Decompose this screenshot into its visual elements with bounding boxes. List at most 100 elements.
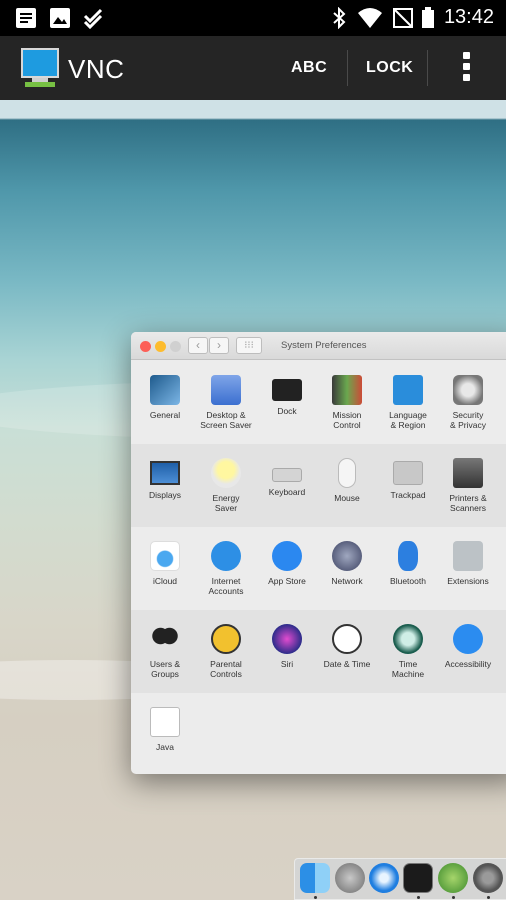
pane-label: Java [156, 742, 174, 752]
close-button[interactable] [140, 341, 151, 352]
window-titlebar[interactable]: ‹ › ⁝⁝⁝ System Preferences [131, 332, 506, 360]
pane-label: Language & Region [389, 410, 427, 430]
minimize-button[interactable] [155, 341, 166, 352]
desktop-icon [211, 375, 241, 405]
app-title: VNC [68, 54, 125, 84]
wifi-icon [358, 8, 382, 28]
back-button[interactable]: ‹ [188, 337, 208, 354]
overflow-menu-icon[interactable] [459, 52, 473, 84]
extensions-icon [453, 541, 483, 571]
pane-label: Desktop & Screen Saver [200, 410, 252, 430]
remote-desktop[interactable]: ‹ › ⁝⁝⁝ System Preferences General Deskto… [0, 100, 506, 900]
preference-pane[interactable]: Mouse [317, 458, 377, 503]
energy-icon [211, 458, 241, 488]
java-icon [150, 707, 180, 737]
app-store-icon [272, 541, 302, 571]
pane-label: Users & Groups [149, 659, 181, 679]
android-studio-icon[interactable] [438, 863, 468, 893]
preference-pane[interactable]: Accessibility [438, 624, 498, 669]
preference-pane[interactable]: Displays [135, 458, 195, 500]
pane-label: Mission Control [332, 410, 362, 430]
preference-pane[interactable]: Keyboard [257, 458, 317, 497]
notes-icon [16, 8, 36, 28]
users-icon [150, 624, 180, 654]
checkmark-icon [83, 8, 103, 29]
preference-pane[interactable]: Desktop & Screen Saver [196, 375, 256, 430]
bluetooth-icon [333, 7, 346, 29]
zoom-button[interactable] [170, 341, 181, 352]
window-title: System Preferences [281, 340, 367, 351]
preference-pane[interactable]: Siri [257, 624, 317, 669]
preference-pane[interactable]: Security & Privacy [438, 375, 498, 430]
preference-pane[interactable]: General [135, 375, 195, 420]
pane-label: Network [331, 576, 363, 586]
pane-label: Security & Privacy [450, 410, 486, 430]
lock-button[interactable]: LOCK [366, 59, 413, 77]
trackpad-icon [393, 461, 423, 485]
running-indicator [452, 896, 455, 899]
network-icon [332, 541, 362, 571]
system-preferences-icon[interactable] [473, 863, 503, 893]
keyboard-icon [272, 468, 302, 482]
forward-button[interactable]: › [209, 337, 229, 354]
pane-label: Trackpad [390, 490, 426, 500]
displays-icon [150, 461, 180, 485]
bluetooth-pref-icon [398, 541, 418, 571]
printer-icon [453, 458, 483, 488]
monitor-icon [21, 48, 59, 87]
preference-pane[interactable]: Java [135, 707, 195, 752]
mission-control-icon [332, 375, 362, 405]
preference-pane[interactable]: Bluetooth [378, 541, 438, 586]
pane-label: Accessibility [444, 659, 492, 669]
pane-label: Siri [280, 659, 294, 669]
security-icon [453, 375, 483, 405]
terminal-icon[interactable] [403, 863, 433, 893]
pane-row: Displays Energy Saver Keyboard Mouse Trackpa… [131, 444, 506, 527]
safari-icon[interactable] [369, 863, 399, 893]
preference-pane[interactable]: Parental Controls [196, 624, 256, 679]
pane-label: Printers & Scanners [449, 493, 487, 513]
pane-label: iCloud [152, 576, 178, 586]
preference-pane[interactable]: App Store [257, 541, 317, 586]
preference-pane[interactable]: Extensions [438, 541, 498, 586]
app-bar: VNC ABC LOCK [0, 36, 506, 100]
show-all-button[interactable]: ⁝⁝⁝ [236, 337, 262, 354]
siri-icon [272, 624, 302, 654]
mouse-icon [338, 458, 356, 488]
pane-label: Date & Time [323, 659, 371, 669]
preference-pane[interactable]: Date & Time [317, 624, 377, 669]
pane-label: Dock [277, 406, 297, 416]
pane-label: Parental Controls [210, 659, 242, 679]
preference-pane[interactable]: Printers & Scanners [438, 458, 498, 513]
pane-label: Displays [148, 490, 182, 500]
accessibility-icon [453, 624, 483, 654]
preference-pane[interactable]: Internet Accounts [196, 541, 256, 596]
finder-icon[interactable] [300, 863, 330, 893]
launchpad-icon[interactable] [335, 863, 365, 893]
clock: 13:42 [443, 6, 494, 28]
preference-pane[interactable]: iCloud [135, 541, 195, 586]
pane-label: Energy Saver [212, 493, 240, 513]
pane-label: Bluetooth [390, 576, 426, 586]
preference-pane[interactable]: Energy Saver [196, 458, 256, 513]
preference-pane[interactable]: Users & Groups [135, 624, 195, 679]
dock-icon [272, 379, 302, 401]
keyboard-button[interactable]: ABC [291, 59, 327, 77]
internet-accounts-icon [211, 541, 241, 571]
icloud-icon [150, 541, 180, 571]
language-icon [393, 375, 423, 405]
preference-pane[interactable]: Dock [257, 375, 317, 416]
battery-icon [422, 7, 434, 28]
preference-pane[interactable]: Network [317, 541, 377, 586]
general-icon [150, 375, 180, 405]
pane-label: Internet Accounts [208, 576, 244, 596]
preference-pane[interactable]: Language & Region [378, 375, 438, 430]
image-icon [50, 8, 70, 28]
preference-pane[interactable]: Time Machine [378, 624, 438, 679]
pane-label: App Store [268, 576, 306, 586]
pane-label: Time Machine [391, 659, 425, 679]
preference-pane[interactable]: Trackpad [378, 458, 438, 500]
no-signal-icon [393, 8, 413, 28]
preference-pane[interactable]: Mission Control [317, 375, 377, 430]
running-indicator [314, 896, 317, 899]
